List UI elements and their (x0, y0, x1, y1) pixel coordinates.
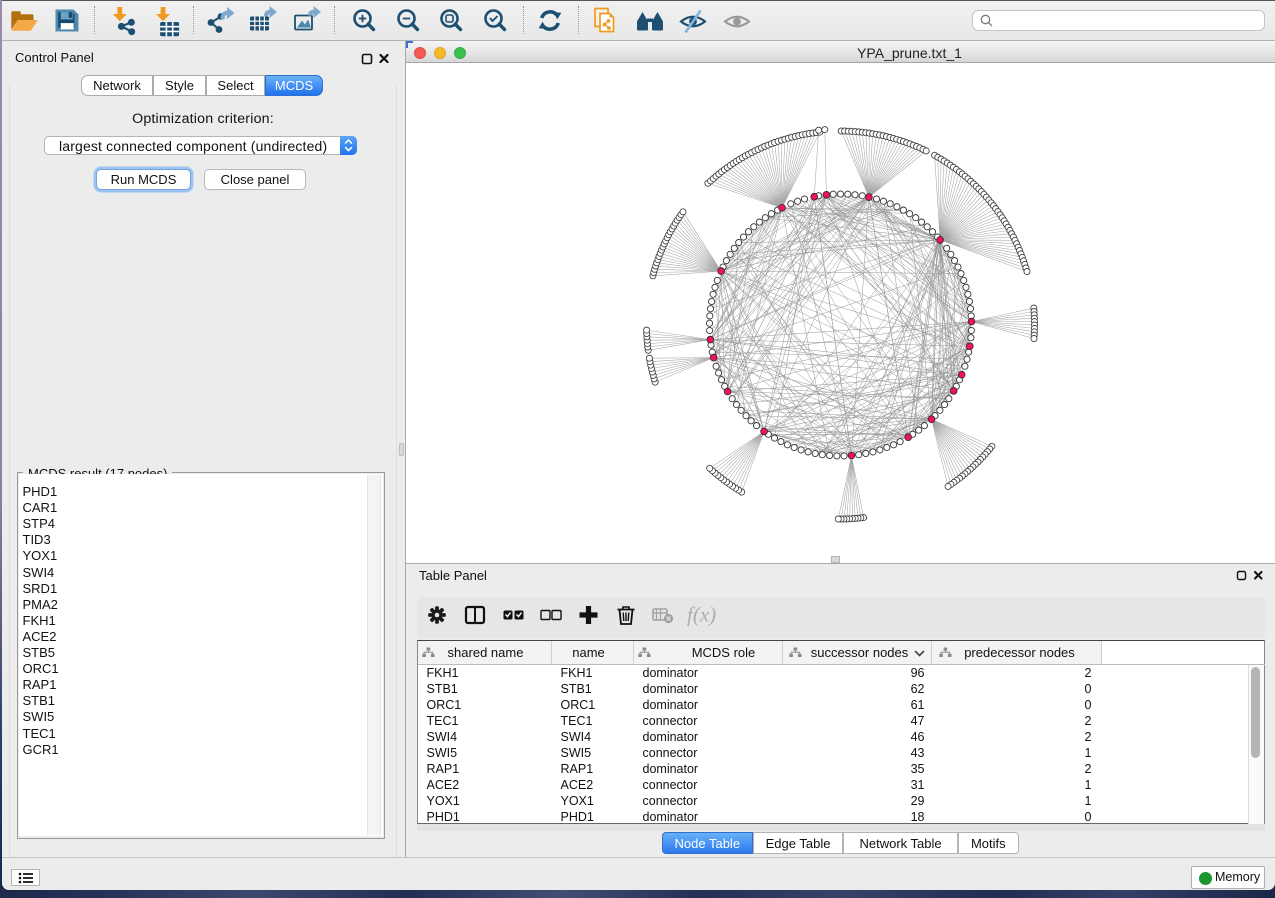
svg-text:f(x): f(x) (687, 603, 716, 627)
